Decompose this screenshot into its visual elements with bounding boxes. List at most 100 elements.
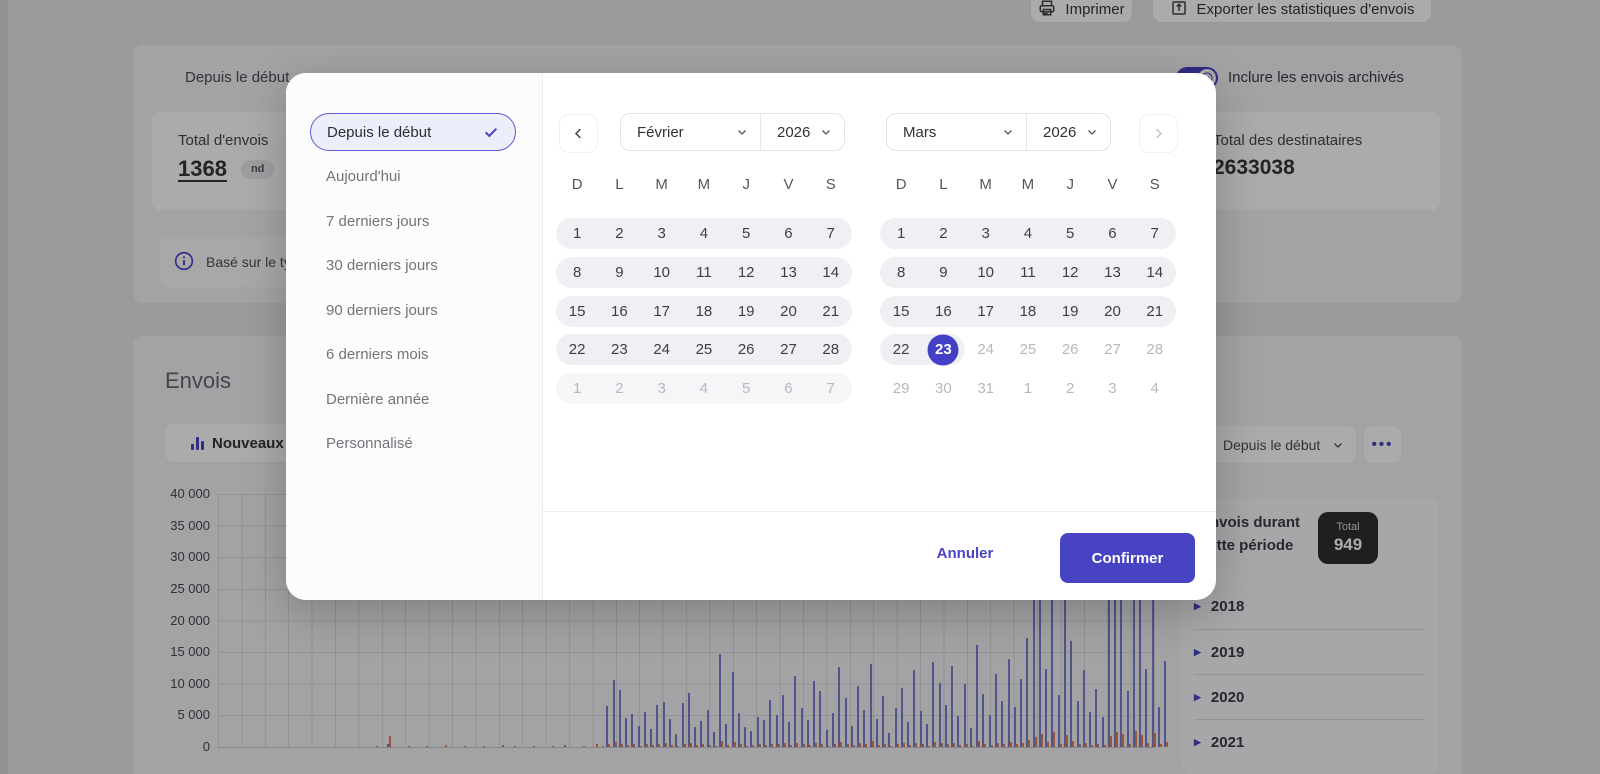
day-header: V	[767, 176, 809, 193]
calendar-day[interactable]: 3	[965, 218, 1007, 249]
calendar-day: 25	[1007, 334, 1049, 365]
calendar-day[interactable]: 21	[810, 296, 852, 327]
day-header: L	[598, 176, 640, 193]
calendar-day[interactable]: 10	[965, 257, 1007, 288]
calendar-day[interactable]: 16	[922, 296, 964, 327]
calendar-day[interactable]: 8	[880, 257, 922, 288]
preset-option-label: Personnalisé	[326, 435, 413, 452]
check-icon	[483, 124, 499, 140]
month-select-2-value: Mars	[903, 124, 936, 141]
calendar-day[interactable]: 6	[1091, 218, 1133, 249]
calendar-day[interactable]: 1	[556, 218, 598, 249]
calendar-day[interactable]: 21	[1134, 296, 1176, 327]
screen: Imprimer Exporter les statistiques d'env…	[0, 0, 1600, 774]
calendar-day[interactable]: 5	[725, 218, 767, 249]
year-select-2[interactable]: 2026	[1027, 114, 1110, 150]
day-headers-row: DLMMJVS	[880, 176, 1176, 193]
calendar-day[interactable]: 22	[880, 334, 922, 365]
preset-option[interactable]: Depuis le début	[310, 113, 516, 151]
calendar-day[interactable]: 14	[810, 257, 852, 288]
chevron-down-icon	[820, 126, 832, 138]
calendar-day-selected[interactable]: 23	[922, 334, 964, 365]
calendar-day[interactable]: 20	[767, 296, 809, 327]
calendar-day[interactable]: 9	[922, 257, 964, 288]
calendar-day[interactable]: 17	[965, 296, 1007, 327]
preset-option-label: Dernière année	[326, 391, 429, 408]
calendar-day[interactable]: 3	[641, 218, 683, 249]
calendar-day[interactable]: 18	[1007, 296, 1049, 327]
day-headers-row: DLMMJVS	[556, 176, 852, 193]
calendar-day[interactable]: 2	[598, 218, 640, 249]
year-select-2-value: 2026	[1043, 124, 1076, 141]
preset-option[interactable]: 30 derniers jours	[310, 247, 516, 285]
calendar-day[interactable]: 28	[810, 334, 852, 365]
calendar-day[interactable]: 1	[880, 218, 922, 249]
preset-option[interactable]: Aujourd'hui	[310, 158, 516, 196]
day-header: M	[683, 176, 725, 193]
day-header: D	[556, 176, 598, 193]
calendar-day[interactable]: 17	[641, 296, 683, 327]
calendar-day[interactable]: 6	[767, 218, 809, 249]
selected-day-circle	[928, 334, 959, 365]
calendar-day[interactable]: 14	[1134, 257, 1176, 288]
month-year-select-2: Mars 2026	[886, 113, 1111, 151]
month-select-1[interactable]: Février	[621, 114, 761, 150]
calendar-day[interactable]: 23	[598, 334, 640, 365]
cancel-button[interactable]: Annuler	[915, 535, 1015, 573]
calendar-day[interactable]: 25	[683, 334, 725, 365]
preset-option[interactable]: 90 derniers jours	[310, 291, 516, 329]
calendar-day[interactable]: 18	[683, 296, 725, 327]
calendar-day[interactable]: 13	[1091, 257, 1133, 288]
preset-option-label: Depuis le début	[327, 124, 431, 141]
preset-option-label: Aujourd'hui	[326, 168, 401, 185]
prev-month-button[interactable]	[559, 114, 598, 153]
calendar-day[interactable]: 9	[598, 257, 640, 288]
chevron-down-icon	[1002, 126, 1014, 138]
calendar-day[interactable]: 7	[1134, 218, 1176, 249]
next-month-button[interactable]	[1139, 114, 1178, 153]
preset-option[interactable]: 6 derniers mois	[310, 336, 516, 374]
calendar-day[interactable]: 10	[641, 257, 683, 288]
calendar-day[interactable]: 4	[1007, 218, 1049, 249]
preset-option[interactable]: Dernière année	[310, 380, 516, 418]
calendar-week-row: 15161718192021	[880, 296, 1176, 327]
calendar-day[interactable]: 22	[556, 334, 598, 365]
calendar-day: 3	[1091, 373, 1133, 404]
calendar-day[interactable]: 19	[1049, 296, 1091, 327]
calendar-week-row: 15161718192021	[556, 296, 852, 327]
confirm-button[interactable]: Confirmer	[1060, 533, 1195, 583]
calendar-day[interactable]: 15	[880, 296, 922, 327]
preset-option-label: 6 derniers mois	[326, 346, 429, 363]
calendar-day[interactable]: 16	[598, 296, 640, 327]
calendar-day[interactable]: 4	[683, 218, 725, 249]
calendar-day[interactable]: 24	[641, 334, 683, 365]
calendar-day[interactable]: 20	[1091, 296, 1133, 327]
calendar-day[interactable]: 8	[556, 257, 598, 288]
day-header: J	[725, 176, 767, 193]
calendar-day[interactable]: 5	[1049, 218, 1091, 249]
calendar-day[interactable]: 11	[1007, 257, 1049, 288]
calendar-day: 2	[1049, 373, 1091, 404]
date-range-picker-modal: Depuis le début Aujourd'hui 7 derniers jou…	[286, 73, 1216, 600]
calendar-day[interactable]: 15	[556, 296, 598, 327]
calendar-day[interactable]: 2	[922, 218, 964, 249]
calendar-day[interactable]: 12	[1049, 257, 1091, 288]
preset-option[interactable]: Personnalisé	[310, 425, 516, 463]
preset-option-label: 7 derniers jours	[326, 213, 429, 230]
calendar-grid-2: DLMMJVS123456789101112131415161718192021…	[880, 176, 1176, 408]
calendar-day[interactable]: 13	[767, 257, 809, 288]
calendar-day[interactable]: 19	[725, 296, 767, 327]
preset-option[interactable]: 7 derniers jours	[310, 202, 516, 240]
month-select-2[interactable]: Mars	[887, 114, 1027, 150]
day-header: M	[965, 176, 1007, 193]
calendar-day[interactable]: 27	[767, 334, 809, 365]
calendar-day[interactable]: 12	[725, 257, 767, 288]
calendar-day: 27	[1091, 334, 1133, 365]
calendar-day[interactable]: 11	[683, 257, 725, 288]
calendar-day[interactable]: 26	[725, 334, 767, 365]
calendar-day: 6	[767, 373, 809, 404]
year-select-1[interactable]: 2026	[761, 114, 844, 150]
calendar-day[interactable]: 7	[810, 218, 852, 249]
calendar-day: 31	[965, 373, 1007, 404]
preset-option-label: 90 derniers jours	[326, 302, 438, 319]
